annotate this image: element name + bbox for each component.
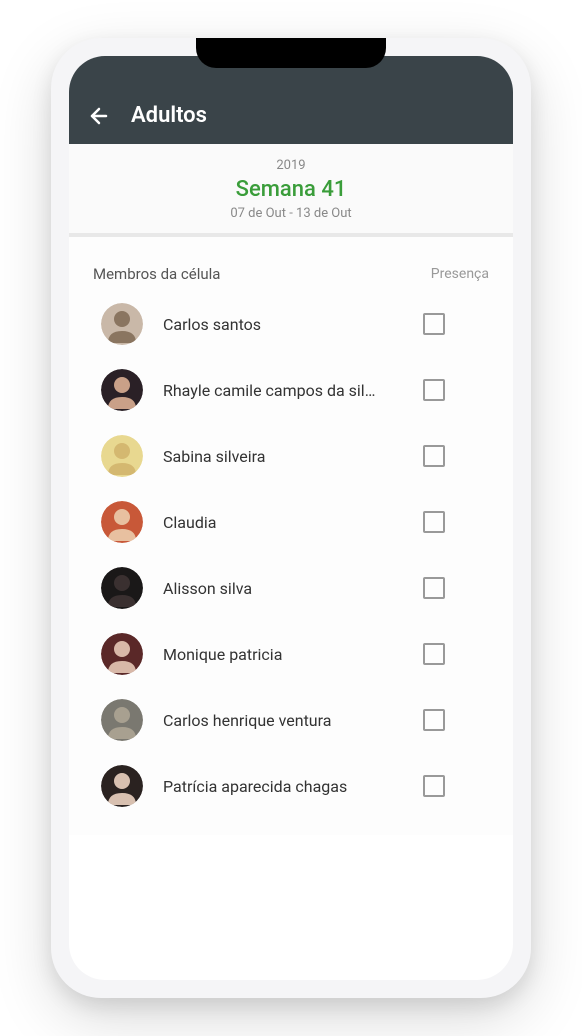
member-name: Alisson silva [163, 579, 403, 598]
member-row: Carlos henrique ventura [93, 699, 489, 741]
member-name: Sabina silveira [163, 447, 403, 466]
member-name: Claudia [163, 513, 403, 532]
presence-checkbox[interactable] [423, 511, 445, 533]
avatar [101, 765, 143, 807]
week-header: 2019 Semana 41 07 de Out - 13 de Out [69, 144, 513, 237]
avatar [101, 699, 143, 741]
presence-checkbox[interactable] [423, 577, 445, 599]
presence-checkbox[interactable] [423, 775, 445, 797]
phone-frame: Adultos 2019 Semana 41 07 de Out - 13 de… [51, 38, 531, 998]
week-title: Semana 41 [69, 177, 513, 202]
presence-checkbox[interactable] [423, 643, 445, 665]
date-range: 07 de Out - 13 de Out [69, 206, 513, 221]
avatar [101, 501, 143, 543]
phone-screen: Adultos 2019 Semana 41 07 de Out - 13 de… [69, 56, 513, 980]
avatar [101, 303, 143, 345]
member-row: Carlos santos [93, 303, 489, 345]
presence-label: Presença [431, 266, 489, 282]
member-name: Carlos santos [163, 315, 403, 334]
member-row: Rhayle camile campos da sil… [93, 369, 489, 411]
app-bar: Adultos [69, 56, 513, 144]
presence-checkbox[interactable] [423, 709, 445, 731]
member-row: Sabina silveira [93, 435, 489, 477]
members-label: Membros da célula [93, 265, 220, 283]
member-row: Alisson silva [93, 567, 489, 609]
member-list: Carlos santos Rhayle camile campos da si… [93, 303, 489, 807]
avatar [101, 633, 143, 675]
list-header: Membros da célula Presença [93, 265, 489, 283]
member-row: Monique patricia [93, 633, 489, 675]
phone-notch [196, 38, 386, 68]
back-button[interactable] [87, 104, 111, 128]
member-name: Monique patricia [163, 645, 403, 664]
presence-checkbox[interactable] [423, 379, 445, 401]
presence-checkbox[interactable] [423, 313, 445, 335]
avatar [101, 369, 143, 411]
content-area: Membros da célula Presença Carlos santos… [69, 237, 513, 835]
member-row: Claudia [93, 501, 489, 543]
presence-checkbox[interactable] [423, 445, 445, 467]
member-name: Carlos henrique ventura [163, 711, 403, 730]
member-row: Patrícia aparecida chagas [93, 765, 489, 807]
member-name: Patrícia aparecida chagas [163, 777, 403, 796]
page-title: Adultos [131, 103, 207, 128]
year-label: 2019 [69, 158, 513, 173]
member-name: Rhayle camile campos da sil… [163, 381, 403, 400]
arrow-left-icon [87, 104, 111, 128]
avatar [101, 435, 143, 477]
avatar [101, 567, 143, 609]
